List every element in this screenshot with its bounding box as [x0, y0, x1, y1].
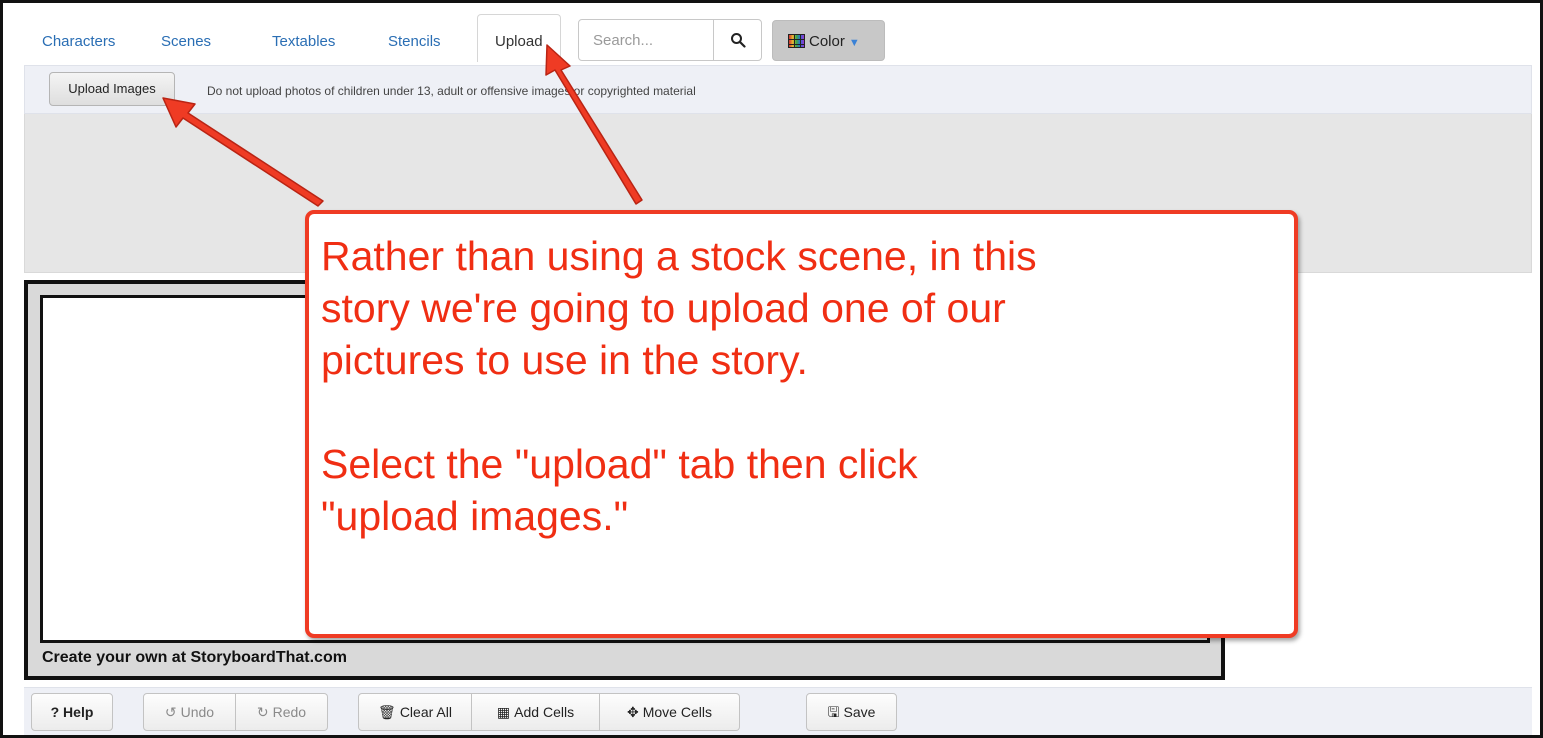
- clear-all-button[interactable]: 🗑 Clear All: [358, 693, 472, 731]
- clear-all-label: Clear All: [399, 704, 452, 720]
- floppy-disk-icon: 🖫: [827, 704, 840, 720]
- undo-button[interactable]: ↺ Undo: [143, 693, 236, 731]
- redo-label: Redo: [272, 704, 307, 720]
- search-input[interactable]: Search...: [578, 19, 714, 61]
- callout-line: Select the "upload" tab then click: [321, 441, 918, 487]
- move-cells-button[interactable]: ✥ Move Cells: [600, 693, 740, 731]
- save-button[interactable]: 🖫 Save: [806, 693, 897, 731]
- upload-notice: Do not upload photos of children under 1…: [207, 84, 696, 98]
- redo-button[interactable]: ↻ Redo: [236, 693, 328, 731]
- trash-icon: 🗑: [378, 704, 396, 720]
- tab-scenes[interactable]: Scenes: [161, 33, 211, 50]
- callout-line: pictures to use in the story.: [321, 337, 808, 383]
- tab-characters[interactable]: Characters: [42, 33, 115, 50]
- add-cells-label: Add Cells: [514, 704, 575, 720]
- help-button[interactable]: ? Help: [31, 693, 113, 731]
- search-button[interactable]: [713, 19, 762, 61]
- callout-line: [321, 386, 1294, 438]
- save-label: Save: [843, 704, 876, 720]
- undo-icon: ↺: [164, 704, 177, 720]
- upload-toolbar: Upload Images Do not upload photos of ch…: [24, 65, 1532, 114]
- callout-line: "upload images.": [321, 493, 629, 539]
- undo-label: Undo: [180, 704, 215, 720]
- magnifier-icon: [731, 33, 746, 48]
- annotation-callout: Rather than using a stock scene, in this…: [305, 210, 1298, 638]
- bottom-toolbar: ? Help ↺ Undo ↻ Redo 🗑 Clear All ▦ Add Cells…: [24, 687, 1532, 735]
- color-label: Color: [809, 33, 845, 50]
- grid-icon: ▦: [496, 704, 511, 720]
- tab-stencils[interactable]: Stencils: [388, 33, 441, 50]
- move-icon: ✥: [627, 704, 639, 720]
- tab-textables[interactable]: Textables: [272, 33, 335, 50]
- callout-line: Rather than using a stock scene, in this: [321, 233, 1037, 279]
- chevron-down-icon: ▼: [848, 37, 860, 49]
- upload-images-button[interactable]: Upload Images: [49, 72, 175, 106]
- color-dropdown-button[interactable]: Color ▼: [772, 20, 885, 61]
- add-cells-button[interactable]: ▦ Add Cells: [472, 693, 600, 731]
- callout-line: story we're going to upload one of our: [321, 285, 1006, 331]
- tab-upload[interactable]: Upload: [477, 14, 561, 62]
- redo-icon: ↻: [256, 704, 269, 720]
- move-cells-label: Move Cells: [642, 704, 712, 720]
- color-grid-icon: [788, 34, 805, 48]
- storyboard-footer: Create your own at StoryboardThat.com: [42, 649, 347, 666]
